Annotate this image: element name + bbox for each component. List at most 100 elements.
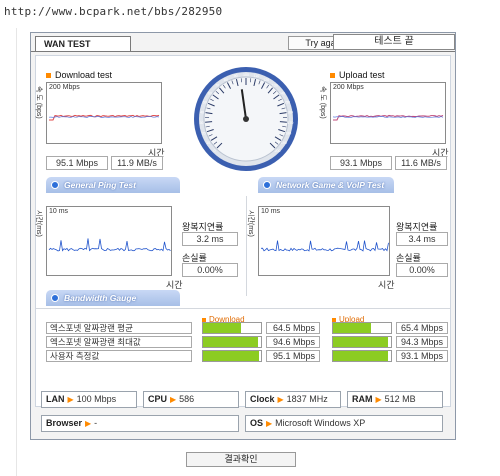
gauge-tick-label: 10 — [206, 141, 210, 145]
section-bullet-icon — [263, 181, 271, 189]
voip-series-line — [260, 240, 389, 252]
clock-label: Clock — [250, 394, 275, 404]
bandwidth-upload-bar — [332, 350, 392, 362]
bandwidth-upload-value: 65.4 Mbps — [396, 322, 448, 334]
download-y-unit: 속 도 (bps) — [35, 86, 42, 119]
section-bullet-icon — [51, 294, 59, 302]
arrow-right-icon: ▶ — [266, 419, 273, 428]
gauge-hub — [243, 116, 249, 122]
bandwidth-upload-fill — [333, 337, 388, 347]
bandwidth-download-fill — [203, 351, 259, 361]
gauge-tick-label: 70 — [215, 84, 219, 88]
lan-info: LAN ▶ 100 Mbps — [41, 391, 137, 408]
cpu-label: CPU — [148, 394, 168, 404]
gauge-tick-label: 130 — [272, 84, 278, 88]
bandwidth-upload-fill — [333, 351, 388, 361]
ping-graph: 10 ms — [46, 206, 172, 276]
tab-wan-test[interactable]: WAN TEST — [35, 36, 131, 52]
voip-section-header: Network Game & VoIP Test — [258, 177, 394, 193]
bandwidth-upload-bar — [332, 336, 392, 348]
bandwidth-download-fill — [203, 323, 242, 333]
gauge-tick — [205, 121, 213, 123]
bandwidth-row-label: 엑스포넷 알짜광랜 평균 — [46, 322, 192, 334]
bandwidth-divider — [36, 308, 450, 309]
arrow-right-icon: ▶ — [277, 395, 284, 404]
download-series-line-2 — [48, 116, 160, 118]
browser-value: - — [94, 418, 98, 428]
download-header: Download test — [46, 70, 112, 80]
test-panel: Download test 200 Mbps 속 도 (bps) 시간 95.1… — [35, 55, 451, 407]
ram-info: RAM ▶ 512 MB — [347, 391, 443, 408]
gauge-tick-label: 20 — [202, 131, 206, 135]
gauge-tick-label: 0 — [214, 149, 216, 153]
upload-mbps-value: 93.1 Mbps — [330, 156, 392, 170]
gauge-tick-label: 150 — [284, 101, 290, 105]
orange-square-icon — [330, 73, 335, 79]
download-mbs-value: 11.9 MB/s — [111, 156, 163, 170]
gauge-tick-label: 30 — [200, 121, 204, 125]
gauge-tick-label: 100 — [243, 73, 249, 77]
section-bullet-icon — [51, 181, 59, 189]
bandwidth-download-bar — [202, 350, 262, 362]
ping-y-unit: 시간(ms) — [35, 210, 42, 237]
download-series-line — [49, 114, 160, 121]
ping-line-chart — [48, 238, 171, 252]
bandwidth-row-label: 사용자 측정값 — [46, 350, 192, 362]
bandwidth-download-bar — [202, 322, 262, 334]
bandwidth-row-label: 엑스포넷 알짜광랜 최대값 — [46, 336, 192, 348]
lan-value: 100 Mbps — [76, 394, 117, 404]
gauge-tick-label: 170 — [287, 121, 293, 125]
gauge-tick-label: 50 — [203, 101, 207, 105]
upload-mbs-value: 11.6 MB/s — [395, 156, 447, 170]
cpu-info: CPU ▶ 586 — [143, 391, 239, 408]
bandwidth-section-title: Bandwidth Gauge — [64, 293, 137, 303]
bandwidth-download-value: 94.6 Mbps — [266, 336, 320, 348]
arrow-right-icon: ▶ — [85, 419, 92, 428]
gauge-tick-label: 200 — [275, 149, 281, 153]
voip-line-chart — [260, 240, 389, 252]
tab-divider — [31, 51, 455, 52]
ram-label: RAM — [352, 394, 373, 404]
download-line-chart — [48, 114, 160, 121]
bandwidth-download-value: 64.5 Mbps — [266, 322, 320, 334]
upload-header: Upload test — [330, 70, 385, 80]
bandwidth-download-fill — [203, 337, 258, 347]
clock-info: Clock ▶ 1837 MHz — [245, 391, 341, 408]
download-graph: 200 Mbps — [46, 82, 162, 144]
arrow-right-icon: ▶ — [67, 395, 74, 404]
clock-value: 1837 MHz — [286, 394, 328, 404]
gauge-tick-label: 180 — [285, 131, 291, 135]
browser-info: Browser ▶ - — [41, 415, 239, 432]
gauge-tick-label: 160 — [287, 111, 293, 115]
ping-rtt-value: 3.2 ms — [182, 232, 238, 246]
gauge-tick-label: 60 — [208, 91, 212, 95]
bandwidth-download-bar — [202, 336, 262, 348]
browser-label: Browser — [46, 418, 83, 428]
bandwidth-section-header: Bandwidth Gauge — [46, 290, 180, 306]
gauge-tick-label: 80 — [224, 78, 228, 82]
url-text: http://www.bcpark.net/bbs/282950 — [4, 5, 223, 18]
upload-title: Upload test — [339, 70, 385, 80]
lan-label: LAN — [46, 394, 65, 404]
gauge-tick-label: 110 — [254, 74, 260, 78]
voip-y-unit: 시간(ms) — [247, 210, 254, 237]
gauge-tick-label: 40 — [200, 111, 204, 115]
ping-series-line — [48, 238, 171, 252]
upload-graph: 200 Mbps — [330, 82, 446, 144]
ram-value: 512 MB — [384, 394, 416, 404]
test-status: 테스트 끝 — [333, 34, 455, 50]
ping-section-header: General Ping Test — [46, 177, 180, 193]
cpu-value: 586 — [179, 394, 195, 404]
voip-loss-value: 0.00% — [396, 263, 448, 277]
arrow-right-icon: ▶ — [170, 395, 177, 404]
gauge-tick-label: 90 — [234, 74, 238, 78]
ping-loss-value: 0.00% — [182, 263, 238, 277]
ping-section-title: General Ping Test — [64, 180, 136, 190]
voip-section-title: Network Game & VoIP Test — [276, 180, 385, 190]
page-divider — [16, 28, 17, 476]
voip-x-label: 시간 — [378, 280, 395, 290]
result-button[interactable]: 결과확인 — [186, 452, 296, 467]
orange-square-icon — [46, 73, 51, 79]
os-value: Microsoft Windows XP — [275, 418, 366, 428]
voip-graph: 10 ms — [258, 206, 390, 276]
